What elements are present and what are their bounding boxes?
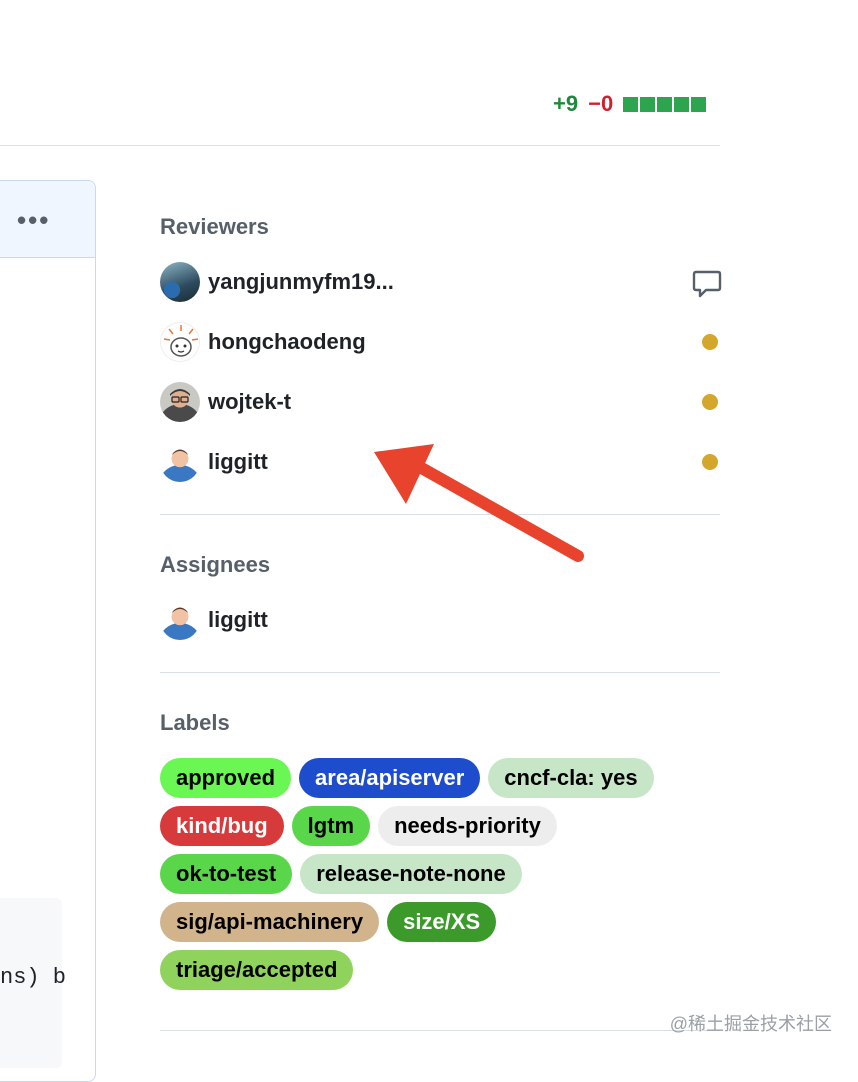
label-cncf-cla-yes[interactable]: cncf-cla: yes (488, 758, 654, 798)
avatar[interactable] (160, 600, 200, 640)
reviewer-name[interactable]: wojtek-t (208, 389, 291, 415)
label-kind-bug[interactable]: kind/bug (160, 806, 284, 846)
label-approved[interactable]: approved (160, 758, 292, 798)
reviewer-name[interactable]: yangjunmyfm19... (208, 269, 394, 295)
pending-review-dot (702, 334, 718, 350)
avatar[interactable] (160, 262, 200, 302)
additions-count: +9 (553, 91, 579, 116)
reviewer-row[interactable]: yangjunmyfm19... (160, 262, 722, 302)
diff-block (640, 96, 656, 112)
comment-card-header: ••• (0, 181, 95, 258)
pending-review-dot (702, 454, 718, 470)
section-divider (160, 672, 720, 673)
labels-title[interactable]: Labels (160, 710, 230, 736)
section-divider (160, 1030, 720, 1031)
label-size-xs[interactable]: size/XS (387, 902, 497, 942)
label-area-apiserver[interactable]: area/apiserver (299, 758, 481, 798)
label-lgtm[interactable]: lgtm (291, 806, 371, 846)
avatar[interactable] (160, 382, 200, 422)
watermark: @稀土掘金技术社区 (669, 1014, 832, 1034)
label-triage-accepted[interactable]: triage/accepted (160, 950, 354, 990)
annotation-arrow-icon (374, 444, 584, 562)
header-divider (0, 145, 720, 146)
avatar[interactable] (160, 442, 200, 482)
pending-review-dot (702, 394, 718, 410)
diff-block (674, 96, 690, 112)
deletions-count: −0 (588, 91, 614, 116)
assignee-row[interactable]: liggitt (160, 600, 722, 640)
label-row: ok-to-test release-note-none (160, 854, 720, 894)
diff-blocks (623, 96, 707, 112)
label-ok-to-test[interactable]: ok-to-test (160, 854, 293, 894)
label-row: approved area/apiserver cncf-cla: yes (160, 758, 720, 798)
avatar[interactable] (160, 322, 200, 362)
label-needs-priority[interactable]: needs-priority (378, 806, 557, 846)
label-list: approved area/apiserver cncf-cla: yes ki… (160, 758, 720, 998)
diff-stat: +9 −0 (553, 90, 707, 118)
label-row: triage/accepted (160, 950, 720, 990)
label-sig-api-machinery[interactable]: sig/api-machinery (160, 902, 380, 942)
kebab-menu-button[interactable]: ••• (17, 205, 50, 236)
diff-block (691, 96, 707, 112)
reviewer-name[interactable]: liggitt (208, 449, 268, 475)
comment-icon[interactable] (692, 268, 722, 303)
code-snippet: ns) b (0, 965, 67, 990)
label-row: kind/bug lgtm needs-priority (160, 806, 720, 846)
reviewer-row[interactable]: hongchaodeng (160, 322, 722, 362)
assignees-title[interactable]: Assignees (160, 552, 270, 578)
diff-block (623, 96, 639, 112)
reviewers-title[interactable]: Reviewers (160, 214, 269, 240)
label-release-note-none[interactable]: release-note-none (300, 854, 522, 894)
reviewer-row[interactable]: wojtek-t (160, 382, 722, 422)
diff-block (657, 96, 673, 112)
label-row: sig/api-machinery size/XS (160, 902, 720, 942)
reviewer-name[interactable]: hongchaodeng (208, 329, 366, 355)
assignee-name[interactable]: liggitt (208, 607, 268, 633)
